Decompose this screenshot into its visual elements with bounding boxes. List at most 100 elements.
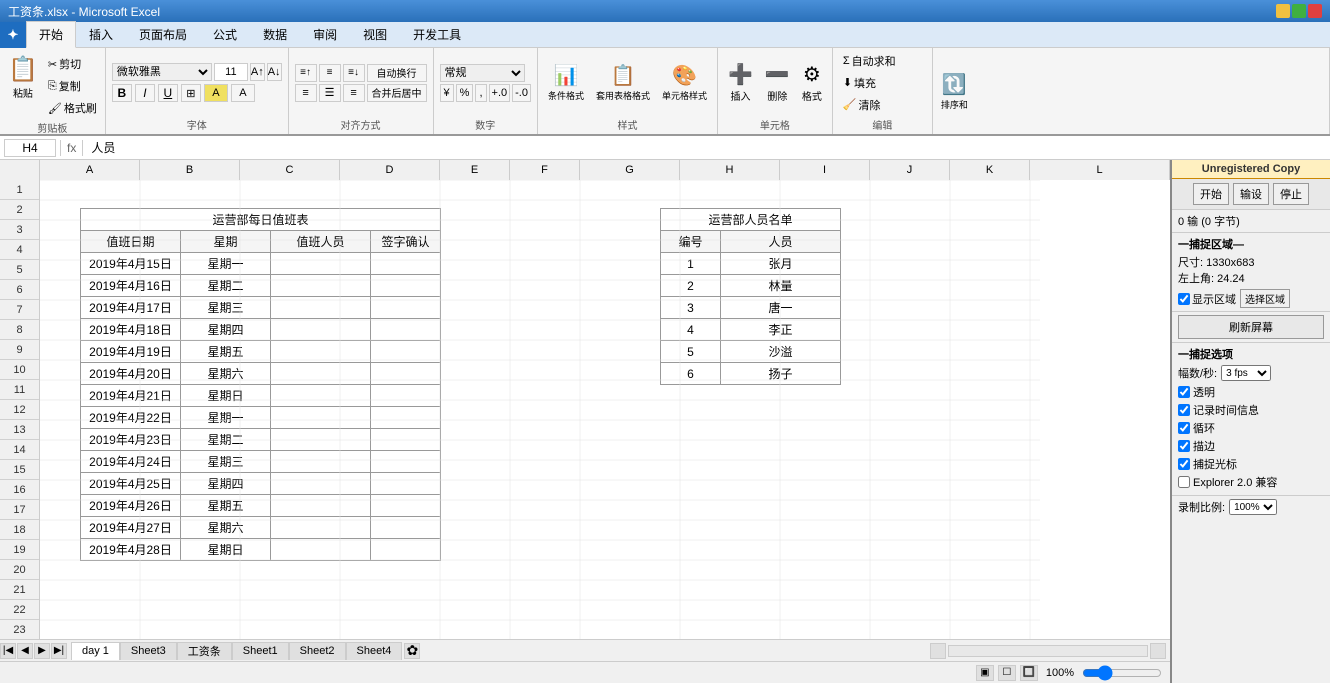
start-btn[interactable]: 开始	[1193, 183, 1229, 205]
copy-btn[interactable]: ⎘复制	[44, 76, 101, 96]
col-header-L[interactable]: L	[1030, 160, 1170, 180]
align-center-btn[interactable]: ☰	[319, 84, 341, 102]
row-num-14[interactable]: 14	[0, 440, 39, 460]
input-btn[interactable]: 输设	[1233, 183, 1269, 205]
align-top-btn[interactable]: ≡↑	[295, 64, 317, 82]
sheet-first-btn[interactable]: |◀	[0, 643, 16, 659]
insert-cells-btn[interactable]: ➕ 插入	[724, 59, 757, 106]
zoom-slider[interactable]	[1082, 665, 1162, 681]
capture-cursor-checkbox[interactable]	[1178, 458, 1190, 470]
border-btn[interactable]: ⊞	[181, 84, 201, 102]
row-num-7[interactable]: 7	[0, 300, 39, 320]
col-header-I[interactable]: I	[780, 160, 870, 180]
bold-btn[interactable]: B	[112, 84, 132, 102]
row-num-10[interactable]: 10	[0, 360, 39, 380]
select-area-btn[interactable]: 选择区域	[1240, 289, 1290, 308]
format-painter-btn[interactable]: 🖌格式刷	[44, 98, 101, 118]
grid-scroll[interactable]: 运营部每日值班表 值班日期 星期 值班人员 签字确认 2019年4月15日星期一…	[40, 180, 1170, 639]
decrease-font-btn[interactable]: A↓	[267, 63, 282, 81]
record-time-checkbox[interactable]	[1178, 404, 1190, 416]
align-bottom-btn[interactable]: ≡↓	[343, 64, 365, 82]
row-num-11[interactable]: 11	[0, 380, 39, 400]
align-middle-btn[interactable]: ≡	[319, 64, 341, 82]
paste-btn[interactable]: 📋 粘贴	[4, 52, 42, 103]
merge-center-btn[interactable]: 合并后居中	[367, 84, 427, 102]
col-header-D[interactable]: D	[340, 160, 440, 180]
sheet-tab-sheet4[interactable]: Sheet4	[346, 642, 403, 660]
sheet-tab-day1[interactable]: day 1	[71, 642, 120, 660]
minimize-btn[interactable]	[1276, 4, 1290, 18]
row-num-18[interactable]: 18	[0, 520, 39, 540]
sheet-next-btn[interactable]: ▶	[34, 643, 50, 659]
tab-review[interactable]: 审阅	[300, 21, 350, 47]
loop-checkbox[interactable]	[1178, 422, 1190, 434]
percent-btn[interactable]: %	[456, 84, 474, 102]
col-header-E[interactable]: E	[440, 160, 510, 180]
row-num-23[interactable]: 23	[0, 620, 39, 639]
cell-ref-input[interactable]	[4, 139, 56, 157]
row-num-2[interactable]: 2	[0, 200, 39, 220]
row-num-4[interactable]: 4	[0, 240, 39, 260]
explorer-compat-checkbox[interactable]	[1178, 476, 1190, 488]
col-header-B[interactable]: B	[140, 160, 240, 180]
col-header-J[interactable]: J	[870, 160, 950, 180]
font-size-input[interactable]	[214, 63, 248, 81]
row-num-21[interactable]: 21	[0, 580, 39, 600]
tab-insert[interactable]: 插入	[76, 21, 126, 47]
sheet-tab-wages[interactable]: 工资条	[177, 642, 232, 660]
fps-select[interactable]: 1 fps 2 fps 3 fps 5 fps 10 fps	[1221, 365, 1271, 381]
sheet-tab-sheet3[interactable]: Sheet3	[120, 642, 177, 660]
comma-btn[interactable]: ,	[475, 84, 486, 102]
close-btn[interactable]	[1308, 4, 1322, 18]
sort-filter-btn[interactable]: 🔃 排序和	[937, 69, 972, 114]
row-num-13[interactable]: 13	[0, 420, 39, 440]
conditional-format-btn[interactable]: 📊 条件格式	[544, 60, 588, 105]
row-num-8[interactable]: 8	[0, 320, 39, 340]
align-left-btn[interactable]: ≡	[295, 84, 317, 102]
sheet-last-btn[interactable]: ▶|	[51, 643, 67, 659]
page-break-view-btn[interactable]: 🔲	[1020, 665, 1038, 681]
underline-btn[interactable]: U	[158, 84, 178, 102]
scroll-right-btn[interactable]	[1150, 643, 1166, 659]
transparent-checkbox[interactable]	[1178, 386, 1190, 398]
font-name-select[interactable]: 微软雅黑	[112, 63, 212, 81]
row-num-17[interactable]: 17	[0, 500, 39, 520]
fill-btn[interactable]: ⬇填充	[839, 73, 926, 93]
row-num-15[interactable]: 15	[0, 460, 39, 480]
delete-cells-btn[interactable]: ➖ 删除	[761, 59, 794, 106]
col-header-H[interactable]: H	[680, 160, 780, 180]
auto-sum-btn[interactable]: Σ自动求和	[839, 51, 926, 71]
horizontal-scrollbar[interactable]	[948, 645, 1148, 657]
stop-btn[interactable]: 停止	[1273, 183, 1309, 205]
wrap-text-btn[interactable]: 自动换行	[367, 64, 427, 82]
font-color-btn[interactable]: A	[231, 84, 255, 102]
table-format-btn[interactable]: 📋 套用表格格式	[592, 60, 654, 105]
sheet-prev-btn[interactable]: ◀	[17, 643, 33, 659]
page-layout-view-btn[interactable]: ☐	[998, 665, 1016, 681]
col-header-G[interactable]: G	[580, 160, 680, 180]
refresh-btn[interactable]: 刷新屏幕	[1178, 315, 1324, 339]
formula-input[interactable]	[87, 141, 1326, 155]
tab-page-layout[interactable]: 页面布局	[126, 21, 200, 47]
align-right-btn[interactable]: ≡	[343, 84, 365, 102]
col-header-C[interactable]: C	[240, 160, 340, 180]
tab-view[interactable]: 视图	[350, 21, 400, 47]
sheet-tab-sheet2[interactable]: Sheet2	[289, 642, 346, 660]
row-num-19[interactable]: 19	[0, 540, 39, 560]
format-cells-btn[interactable]: ⚙ 格式	[798, 59, 826, 106]
col-header-K[interactable]: K	[950, 160, 1030, 180]
add-sheet-btn[interactable]: ✿	[404, 643, 420, 659]
tab-developer[interactable]: 开发工具	[400, 21, 474, 47]
decimal-increase-btn[interactable]: +.0	[489, 84, 511, 102]
sheet-tab-sheet1[interactable]: Sheet1	[232, 642, 289, 660]
decimal-decrease-btn[interactable]: -.0	[512, 84, 531, 102]
row-num-22[interactable]: 22	[0, 600, 39, 620]
col-header-A[interactable]: A	[40, 160, 140, 180]
currency-btn[interactable]: ¥	[440, 84, 454, 102]
clear-btn[interactable]: 🧹清除	[839, 95, 926, 115]
scroll-left-btn[interactable]	[930, 643, 946, 659]
office-btn[interactable]: ✦	[0, 22, 26, 48]
tab-formula[interactable]: 公式	[200, 21, 250, 47]
row-num-5[interactable]: 5	[0, 260, 39, 280]
number-format-select[interactable]: 常规	[440, 64, 525, 82]
